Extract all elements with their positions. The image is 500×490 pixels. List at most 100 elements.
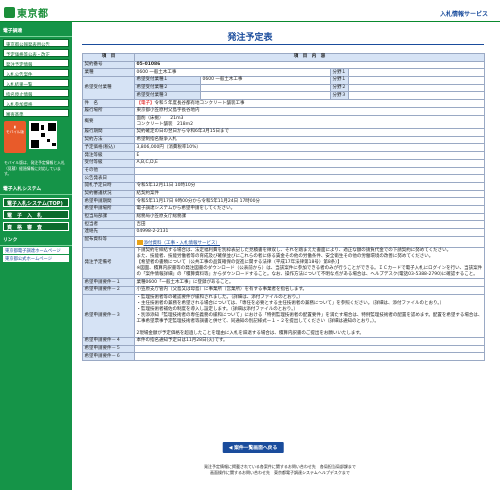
table-row: 契約方法 希望制指名競争入札 (82, 135, 485, 145)
column-header-content: 項 目 内 容 (134, 53, 485, 62)
row-label: 履行場所 (82, 106, 135, 116)
announce-value (134, 174, 485, 183)
sidebar-menu-item-5[interactable]: 入札結果一覧 (3, 79, 69, 87)
table-row: 希望申請要件－２ 小笠原支庁管内（父島又は母島）に事業所（営業所）を有する事業者を… (82, 286, 485, 295)
attachment-cell: 添付資料（工事・入札情報サービス） (134, 235, 485, 249)
row-label: 連絡先 (82, 228, 135, 237)
back-to-list-button[interactable]: ◀ 案件一覧画面へ戻る (222, 442, 284, 453)
industry-value: 0600 一般土木工事 (134, 68, 331, 78)
row-label: 希望申請要件－５ (82, 344, 135, 354)
row-label: 業種 (82, 68, 135, 78)
hope-period-value: 令和5年11月17日 9時00分から令和5年11月24日 17時00分 (134, 197, 485, 206)
requirement-value: 小笠原支庁管内（父島又は母島）に事業所（営業所）を有する事業者を指名します。 (134, 286, 485, 295)
hope-row-field: 分野３ (330, 91, 349, 101)
mobile-section: ▮ モバイル版 (4, 121, 68, 157)
sidebar-menu-item-7[interactable]: 入札参加資格 (3, 99, 69, 107)
table-row: 希望申請要件－４ 本件の指名通知予定日は11月28日(火)です。 (82, 336, 485, 346)
link-tokyo-official[interactable]: 東京都公式ホームページ (3, 254, 69, 262)
row-label: 希望申請要件－２ (82, 286, 135, 295)
mobile-phone-icon: ▮ (14, 125, 16, 129)
requirement-value: 本件の指名通知予定日は11月28日(火)です。 (134, 336, 485, 346)
period-value: 契約確定の日の翌日から令和6年3月15日まで (134, 128, 485, 137)
table-row: 履行期間 契約確定の日の翌日から令和6年3月15日まで (82, 128, 485, 137)
mobile-site-button[interactable]: ▮ モバイル版 (4, 121, 26, 153)
download-icon (136, 239, 143, 245)
row-label: 担当者 (82, 220, 135, 230)
row-label: 配布資料等 (82, 235, 135, 249)
table-row: 希望受付業種３ 分野３ (83, 91, 485, 101)
table-row: 概要 面削（床掘） 21ｍ3 コンクリート舗装 218ｍ2 (82, 114, 485, 130)
sidebar-menu-item-4[interactable]: 入札公告案件 (3, 69, 69, 77)
row-label: 契約番号 (82, 60, 135, 70)
tel-value: 04998-2-2131 (134, 228, 485, 237)
table-row: 件 名【電子】令和５年度長谷都有地コンクリート舗装工事 (82, 99, 485, 108)
row-label: 概要 (82, 114, 135, 130)
tokyo-logo[interactable]: 東京都 (4, 5, 49, 20)
contract-number: 05-01086 (134, 60, 485, 70)
sidebar-section-links: リンク (0, 234, 72, 246)
row-label: 希望申請要件－６ (82, 352, 135, 361)
row-label: その他 (82, 166, 135, 176)
person-value: 吉田 (134, 220, 485, 230)
hope-row-field: 分野２ (330, 83, 349, 93)
row-label: 担当局部課 (82, 212, 135, 222)
sidebar-menu-item-3[interactable]: 発注予定情報 (3, 59, 69, 67)
requirement-value: 業種0600「一般土木工事」に登録があること。 (134, 278, 485, 287)
row-label: 希望申請要件－４ (82, 336, 135, 346)
table-row: 受付等級 A,B,C,D,E (82, 158, 485, 168)
electronic-bid-system-top-button[interactable]: 電子入札システム(TOP) (3, 197, 69, 207)
row-label: 希望申請要件－１ (82, 278, 135, 287)
table-row: 予定価格(税込) 3,806,000円（消費税率10%） (82, 143, 485, 153)
table-header-row: 項 目 項 目 内 容 (82, 53, 485, 62)
remarks-value: 下請契約を締結する場合は、法定福利費を別枠表記した見積書を徴収し、それを踏まえた… (134, 247, 485, 280)
sidebar-menu-item-2[interactable]: 予定価格等公表・改正 (3, 49, 69, 57)
table-row: 希望受付業種 希望受付業種１ 0600 一般土木工事 分野１ (82, 76, 485, 101)
table-row: 業種 0600 一般土木工事 分野１ (82, 68, 485, 78)
table-row: 希望申請場所 電子調達システムから希望申請をしてください。 (82, 204, 485, 214)
electronic-bid-button[interactable]: 電 子 入 札 (3, 209, 69, 219)
dept-value: 総務局小笠原支庁総務課 (134, 212, 485, 222)
mobile-note: モバイル版は、発注予定情報と入札（見積）経過情報に対応しています。 (4, 160, 65, 176)
row-label: 件 名 (82, 99, 135, 108)
header: 東京都 入札情報サービス (0, 0, 500, 22)
row-label: 発注等級 (82, 151, 135, 160)
requirement-value: ・監理技術者等の確認要件が緩和されました。（詳細は、添付ファイルのとおり。） ・… (134, 293, 485, 338)
sidebar-section-system: 電子入札システム (0, 183, 72, 195)
table-row: 担当局部課 総務局小笠原支庁総務課 (82, 212, 485, 222)
method-value: 希望制指名競争入札 (134, 135, 485, 145)
hope-row-name: 希望受付業種２ (134, 83, 201, 93)
hope-row-value: 0600 一般土木工事 (200, 76, 331, 85)
electronic-tag: 【電子】 (136, 100, 155, 106)
row-label: 公告発表日 (82, 174, 135, 183)
row-label: 希望申請場所 (82, 204, 135, 214)
sidebar: 電子調達 東京都公報発表用公告 予定価格等公表・改正 発注予定情報 入札公告案件… (0, 22, 72, 490)
tokyo-emblem-icon (4, 7, 15, 18)
hope-row-name: 希望受付業種３ (134, 91, 201, 101)
row-label: 契約審議状況 (82, 189, 135, 199)
subfield-value (348, 68, 485, 78)
footer-contact: 発注予定情報に掲載されている各案件に関するお問い合わせ先 各局担当局部課まで 画… (204, 464, 356, 475)
sidebar-menu-item-8[interactable]: 審査基準 (3, 109, 69, 117)
place-value: 東京都小笠原村父島字長谷地内 (134, 106, 485, 116)
row-label: 受付等級 (82, 158, 135, 168)
row-label: 希望申請期間 (82, 197, 135, 206)
header-link-bid-info[interactable]: 入札情報サービス (440, 9, 488, 18)
sidebar-menu-item-6[interactable]: 指名停止情報 (3, 89, 69, 97)
table-row: 希望受付業種２ 分野２ (83, 83, 485, 93)
table-row: 公告発表日 (82, 174, 485, 183)
grade-value: E (134, 151, 485, 160)
hope-place-value: 電子調達システムから希望申請をしてください。 (134, 204, 485, 214)
table-row: 発注等級 E (82, 151, 485, 160)
row-label: 希望受付業種 (82, 76, 135, 101)
attachment-link[interactable]: 添付資料（工事・入札情報サービス） (144, 241, 221, 246)
hope-row-name: 希望受付業種１ (134, 76, 201, 85)
hope-row-value (200, 91, 331, 101)
row-label: 予定価格(税込) (82, 143, 135, 153)
table-row: 希望申請要件－１ 業種0600「一般土木工事」に登録があること。 (82, 278, 485, 287)
table-row: 希望申請要件－５ (82, 344, 485, 354)
qualification-review-button[interactable]: 資 格 審 査 (3, 221, 69, 231)
sidebar-menu-item-1[interactable]: 東京都公報発表用公告 (3, 39, 69, 47)
open-value: 令和5年12月11日 10時10分 (134, 181, 485, 191)
table-row: 開札予定日時 令和5年12月11日 10時10分 (82, 181, 485, 191)
link-procurement-home[interactable]: 東京都電子調達ホームページ (3, 246, 69, 254)
